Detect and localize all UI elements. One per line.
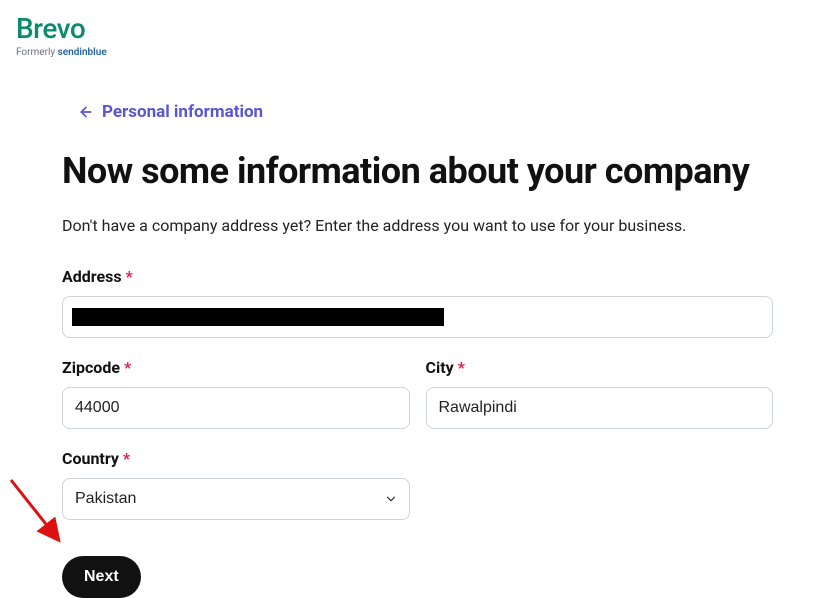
address-label: Address * (62, 267, 773, 286)
required-star: * (124, 358, 131, 377)
zipcode-label: Zipcode * (62, 358, 410, 377)
required-star: * (126, 267, 133, 286)
page-title: Now some information about your company (62, 150, 773, 192)
required-star: * (458, 358, 465, 377)
arrow-left-icon (78, 104, 94, 120)
brand-subline: Formerly sendinblue (16, 47, 819, 58)
city-label: City * (426, 358, 774, 377)
country-select[interactable] (62, 478, 410, 520)
brand-logo: Brevo Formerly sendinblue (0, 0, 835, 62)
city-input[interactable] (426, 387, 774, 429)
zipcode-input[interactable] (62, 387, 410, 429)
brand-name: Brevo (16, 12, 819, 45)
page-subtitle: Don't have a company address yet? Enter … (62, 216, 773, 235)
next-button[interactable]: Next (62, 556, 141, 598)
required-star: * (123, 449, 130, 468)
back-link-label: Personal information (102, 102, 263, 122)
country-label: Country * (62, 449, 410, 468)
back-link[interactable]: Personal information (78, 102, 773, 122)
redacted-content (72, 308, 444, 326)
